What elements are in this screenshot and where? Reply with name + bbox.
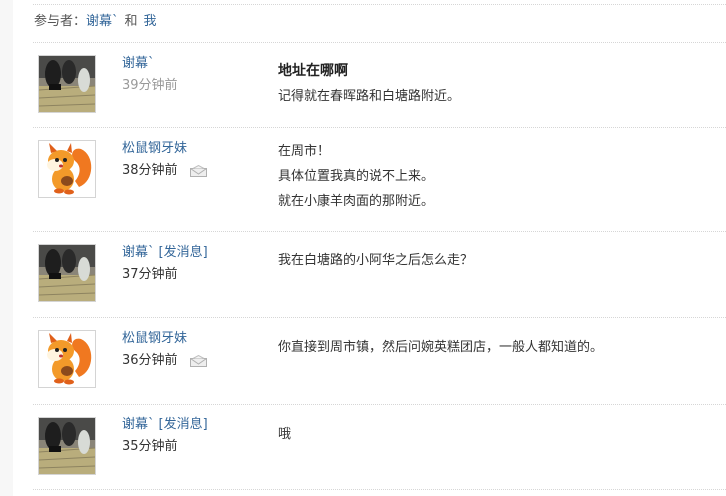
photo-avatar-icon — [39, 245, 95, 301]
user-avatar[interactable] — [38, 244, 96, 302]
participant-link-2[interactable]: 我 — [144, 14, 157, 29]
message-item: 谢幕` 39分钟前 地址在哪啊 记得就在春晖路和白塘路附近。 — [33, 42, 726, 127]
message-line: 具体位置我真的说不上来。 — [278, 169, 435, 184]
message-time: 35分钟前 — [122, 439, 178, 454]
send-message-link[interactable]: [发消息] — [159, 417, 208, 432]
message-time: 37分钟前 — [122, 267, 178, 282]
participants-bar: 参与者：谢幕` 和我 — [34, 13, 157, 31]
message-item: 松鼠钢牙妹 38分钟前 在周市！ 具体位置我真的说不上来。 就在小康羊肉面的那附… — [33, 127, 726, 231]
squirrel-avatar-icon — [39, 141, 95, 197]
message-item: 谢幕` [发消息] 35分钟前 哦 — [33, 404, 726, 490]
message-line: 在周市！ — [278, 144, 331, 159]
message-thread: 谢幕` 39分钟前 地址在哪啊 记得就在春晖路和白塘路附近。 松鼠钢牙妹 38分… — [33, 42, 726, 490]
photo-avatar-icon — [39, 56, 95, 112]
mail-icon[interactable] — [189, 354, 207, 367]
user-avatar[interactable] — [38, 330, 96, 388]
participant-link-1[interactable]: 谢幕` — [86, 14, 119, 29]
send-message-link[interactable]: [发消息] — [159, 245, 208, 260]
message-line: 记得就在春晖路和白塘路附近。 — [278, 89, 461, 104]
left-rail — [0, 0, 13, 496]
message-item: 谢幕` [发消息] 37分钟前 我在白塘路的小阿华之后怎么走？ — [33, 231, 726, 317]
squirrel-avatar-icon — [39, 331, 95, 387]
message-item: 松鼠钢牙妹 36分钟前 你直接到周市镇，然后问婉英糕团店，一般人都知道的。 — [33, 317, 726, 404]
sender-name-link[interactable]: 谢幕` — [122, 417, 155, 432]
sender-name-link[interactable]: 谢幕` — [122, 56, 155, 71]
mail-icon[interactable] — [189, 164, 207, 177]
user-avatar[interactable] — [38, 417, 96, 475]
user-avatar[interactable] — [38, 55, 96, 113]
message-line: 就在小康羊肉面的那附近。 — [278, 194, 435, 209]
participants-joiner: 和 — [124, 14, 138, 29]
message-line: 哦 — [278, 427, 292, 442]
message-line: 我在白塘路的小阿华之后怎么走？ — [278, 253, 474, 268]
user-avatar[interactable] — [38, 140, 96, 198]
message-time: 36分钟前 — [122, 353, 178, 368]
photo-avatar-icon — [39, 418, 95, 474]
sender-name-link[interactable]: 松鼠钢牙妹 — [122, 141, 187, 156]
sender-name-link[interactable]: 谢幕` — [122, 245, 155, 260]
message-time: 38分钟前 — [122, 163, 178, 178]
sender-name-link[interactable]: 松鼠钢牙妹 — [122, 331, 187, 346]
message-subject: 地址在哪啊 — [278, 63, 348, 79]
message-line: 你直接到周市镇，然后问婉英糕团店，一般人都知道的。 — [278, 340, 604, 355]
top-divider — [33, 4, 726, 5]
participants-label: 参与者： — [34, 14, 87, 29]
message-time: 39分钟前 — [122, 78, 178, 93]
